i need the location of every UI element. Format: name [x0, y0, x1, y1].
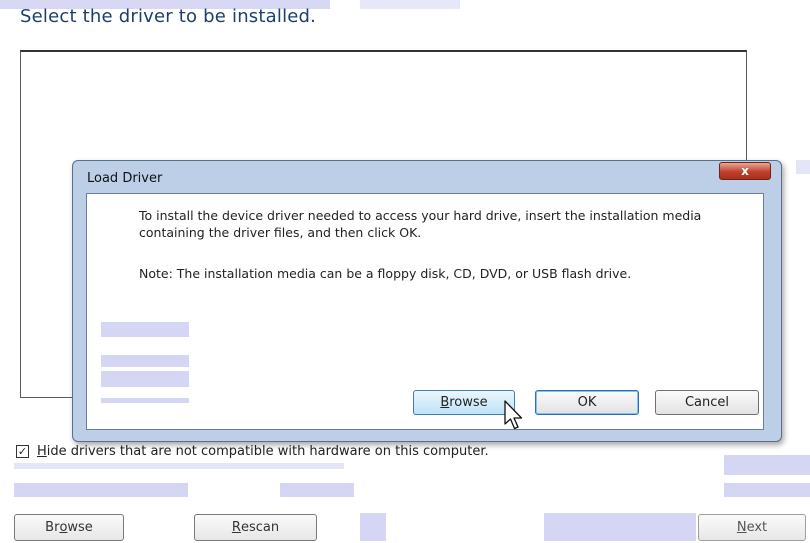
page-title: Select the driver to be installed.	[20, 6, 317, 27]
dialog-title: Load Driver	[87, 171, 163, 186]
access-key: B	[440, 395, 450, 410]
placeholder-bar	[796, 160, 810, 174]
hide-incompatible-drivers-checkbox[interactable]: ✓ Hide drivers that are not compatible w…	[16, 441, 576, 461]
label-pre: Br	[45, 520, 60, 535]
placeholder-bar	[101, 371, 189, 387]
load-driver-dialog: Load Driver x To install the device driv…	[72, 160, 782, 442]
checkbox-box[interactable]: ✓	[16, 444, 29, 458]
rescan-button[interactable]: Rescan	[194, 514, 317, 541]
placeholder-bar	[280, 483, 354, 497]
placeholder-bar	[101, 398, 189, 403]
placeholder-bar	[724, 455, 810, 475]
cancel-button[interactable]: Cancel	[655, 390, 759, 415]
label-post: rowse	[449, 395, 488, 410]
access-key: R	[231, 520, 241, 535]
header-stripe	[360, 0, 460, 9]
checkmark-icon: ✓	[17, 444, 28, 458]
access-key: N	[736, 520, 747, 535]
placeholder-bar	[101, 322, 189, 337]
ok-label: OK	[577, 395, 597, 410]
dialog-note: Note: The installation media can be a fl…	[139, 266, 632, 281]
placeholder-bar	[360, 513, 386, 541]
placeholder-bar	[14, 483, 188, 497]
access-key: o	[59, 520, 68, 535]
access-key: H	[37, 443, 47, 459]
label-text: ide drivers that are not compatible with…	[46, 443, 489, 459]
placeholder-bar	[724, 483, 810, 497]
checkbox-label: Hide drivers that are not compatible wit…	[37, 444, 489, 459]
dialog-body: To install the device driver needed to a…	[86, 193, 764, 430]
close-button[interactable]: x	[719, 162, 771, 180]
next-button[interactable]: Next	[698, 514, 806, 541]
label-post: escan	[240, 520, 280, 535]
arrow-pointer-icon	[504, 400, 523, 430]
cancel-label: Cancel	[684, 395, 730, 410]
placeholder-bar	[544, 513, 696, 541]
ok-button[interactable]: OK	[535, 390, 639, 415]
dialog-message: To install the device driver needed to a…	[139, 208, 702, 240]
label-post: ext	[746, 520, 768, 535]
label-post: wse	[67, 520, 93, 535]
placeholder-bar	[101, 355, 189, 367]
browse-button[interactable]: Br o wse	[14, 514, 124, 541]
placeholder-bar	[14, 463, 344, 469]
dialog-browse-button[interactable]: Browse	[413, 390, 515, 415]
close-icon: x	[741, 164, 749, 178]
